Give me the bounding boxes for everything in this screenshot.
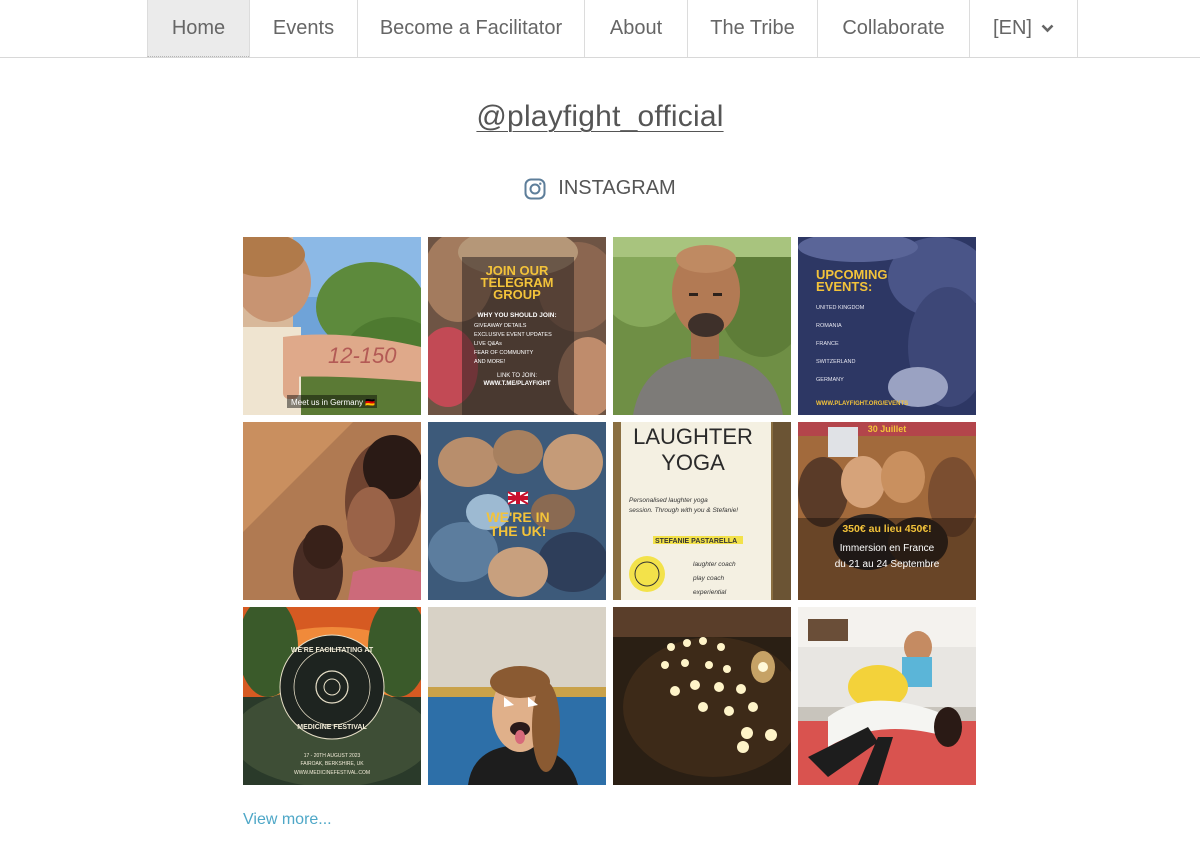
post-8-price: 350€ au lieu 450€!: [842, 523, 931, 535]
post-2-bullet-5: AND MORE!: [474, 359, 506, 365]
post-7-title-line-2: YOGA: [661, 450, 725, 475]
nav-menu: Home Events Become a Facilitator About T…: [147, 0, 1078, 57]
post-2-bullet-2: EXCLUSIVE EVENT UPDATES: [474, 332, 552, 338]
instagram-post-1[interactable]: 12-150 Meet us in Germany 🇩🇪: [243, 237, 421, 415]
nav-about[interactable]: About: [584, 0, 687, 57]
top-navigation: Home Events Become a Facilitator About T…: [0, 0, 1200, 58]
post-7-sub-line-2: session. Through with you & Stefanie!: [629, 507, 738, 514]
post-2-subtitle: WHY YOU SHOULD JOIN:: [477, 312, 556, 319]
post-7-note-2: play coach: [692, 575, 724, 582]
language-label: [EN]: [993, 17, 1032, 39]
post-2-bullet-3: LIVE Q&As: [474, 341, 502, 347]
profile-handle-container: @playfight_official: [0, 100, 1200, 134]
instagram-post-10[interactable]: [428, 607, 606, 785]
post-4-footer: WWW.PLAYFIGHT.ORG/EVENTS: [816, 401, 908, 407]
instagram-post-3[interactable]: [613, 237, 791, 415]
post-1-caption: Meet us in Germany 🇩🇪: [291, 398, 375, 407]
nav-the-tribe[interactable]: The Tribe: [687, 0, 817, 57]
post-4-event-4: SWITZERLAND: [816, 359, 855, 365]
instagram-post-9[interactable]: WE'RE FACILITATING AT MEDICINE FESTIVAL …: [243, 607, 421, 785]
post-7-sub-line-1: Personalised laughter yoga: [629, 497, 708, 504]
instagram-post-11[interactable]: [613, 607, 791, 785]
instagram-post-7[interactable]: LAUGHTER YOGA Personalised laughter yoga…: [613, 422, 791, 600]
post-4-event-2: ROMANIA: [816, 323, 842, 329]
profile-handle-link[interactable]: @playfight_official: [476, 100, 723, 133]
instagram-post-12[interactable]: [798, 607, 976, 785]
instagram-post-4[interactable]: UPCOMING EVENTS: UNITED KINGDOM ROMANIA …: [798, 237, 976, 415]
post-9-place: FAIROAK, BERKSHIRE, UK: [300, 761, 364, 767]
nav-become-facilitator[interactable]: Become a Facilitator: [357, 0, 584, 57]
post-9-ring-top: WE'RE FACILITATING AT: [291, 647, 374, 654]
view-more-link[interactable]: View more...: [243, 811, 332, 829]
chevron-down-icon: [1041, 24, 1054, 33]
post-7-note-3: experiential: [693, 589, 727, 596]
post-4-title-line-2: EVENTS:: [816, 279, 872, 294]
post-9-dates: 17 - 20TH AUGUST 2023: [304, 753, 361, 759]
post-2-cta-link: WWW.T.ME/PLAYFIGHT: [483, 381, 550, 387]
post-2-bullet-4: FEAR OF COMMUNITY: [474, 350, 534, 356]
post-2-cta-label: LINK TO JOIN:: [497, 373, 537, 379]
post-8-top-banner: 30 Juillet: [868, 424, 907, 434]
instagram-label: INSTAGRAM: [0, 177, 1200, 200]
post-4-event-5: GERMANY: [816, 377, 844, 383]
post-2-bullet-1: GIVEAWAY DETAILS: [474, 323, 527, 329]
instagram-text: INSTAGRAM: [558, 177, 676, 199]
instagram-feed-grid: 12-150 Meet us in Germany 🇩🇪 JOIN OUR TE…: [243, 237, 977, 785]
post-4-event-3: FRANCE: [816, 341, 839, 347]
instagram-post-8[interactable]: 30 Juillet 350€ au lieu 450€! Immersion …: [798, 422, 976, 600]
instagram-icon: [524, 178, 546, 199]
post-2-title-line-3: GROUP: [493, 287, 541, 302]
post-7-name: STEFANIE PASTARELLA: [655, 538, 737, 545]
nav-collaborate[interactable]: Collaborate: [817, 0, 969, 57]
post-8-line-2: du 21 au 24 Septembre: [835, 559, 940, 570]
post-8-line-1: Immersion en France: [840, 543, 935, 554]
nav-events[interactable]: Events: [249, 0, 357, 57]
post-4-event-1: UNITED KINGDOM: [816, 305, 865, 311]
language-select[interactable]: [EN]: [969, 0, 1078, 57]
post-7-note-1: laughter coach: [693, 561, 736, 568]
nav-home[interactable]: Home: [147, 0, 249, 57]
instagram-post-2[interactable]: JOIN OUR TELEGRAM GROUP WHY YOU SHOULD J…: [428, 237, 606, 415]
post-6-title-line-2: THE UK!: [490, 523, 547, 539]
instagram-post-5[interactable]: [243, 422, 421, 600]
post-9-url: WWW.MEDICINEFESTIVAL.COM: [294, 770, 370, 776]
post-7-title-line-1: LAUGHTER: [633, 424, 753, 449]
instagram-post-6[interactable]: WE'RE IN THE UK!: [428, 422, 606, 600]
post-1-handwriting: 12-150: [328, 343, 397, 368]
post-9-ring-bottom: MEDICINE FESTIVAL: [297, 724, 367, 731]
